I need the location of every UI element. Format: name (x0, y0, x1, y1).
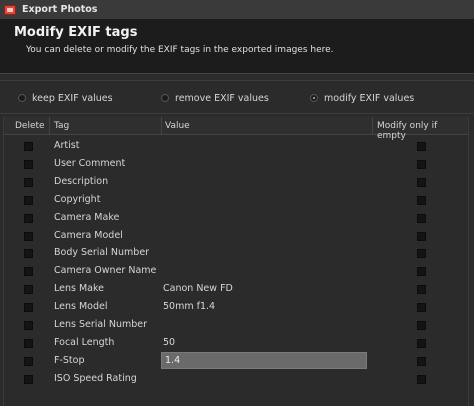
delete-checkbox[interactable] (24, 213, 33, 223)
radio-remove-indicator[interactable] (161, 94, 169, 102)
table-row[interactable]: Camera Make (4, 209, 468, 227)
column-header-delete[interactable]: Delete (15, 121, 45, 131)
delete-checkbox[interactable] (24, 142, 33, 151)
tag-value[interactable]: Canon New FD (163, 283, 233, 294)
page-subtitle: You can delete or modify the EXIF tags i… (26, 45, 334, 55)
radio-keep-indicator[interactable] (18, 94, 26, 102)
radio-keep-exif[interactable]: keep EXIF values (18, 91, 113, 105)
modify-only-if-empty-checkbox[interactable] (417, 321, 426, 330)
tag-name: F-Stop (54, 354, 85, 366)
delete-checkbox[interactable] (24, 159, 33, 169)
exif-table: Delete Tag Value Modify only if empty Ar… (3, 117, 469, 406)
tag-name: Lens Serial Number (54, 319, 148, 330)
tag-name: User Comment (54, 157, 126, 169)
modify-only-if-empty-checkbox[interactable] (417, 374, 426, 384)
delete-checkbox[interactable] (24, 338, 33, 348)
column-header-tag[interactable]: Tag (54, 121, 69, 131)
table-row[interactable]: F-Stop (4, 351, 468, 370)
dialog-header: Modify EXIF tags You can delete or modif… (0, 20, 474, 74)
modify-only-if-empty-checkbox[interactable] (417, 177, 426, 187)
tag-value[interactable]: 50mm f1.4 (163, 301, 215, 312)
tag-value[interactable]: 50 (163, 337, 175, 348)
tag-name: Camera Model (54, 229, 123, 241)
delete-checkbox[interactable] (24, 321, 33, 330)
table-row[interactable]: Focal Length 50 (4, 334, 468, 352)
exif-mode-options: keep EXIF values remove EXIF values modi… (0, 80, 474, 114)
table-row[interactable]: Body Serial Number (4, 244, 468, 262)
table-row[interactable]: Lens Make Canon New FD (4, 280, 468, 298)
radio-modify-indicator[interactable] (310, 94, 318, 102)
column-divider[interactable] (161, 117, 162, 135)
photo-app-icon (4, 4, 16, 15)
delete-checkbox[interactable] (24, 177, 33, 187)
column-header-value[interactable]: Value (165, 121, 190, 131)
table-row[interactable]: Description (4, 173, 468, 191)
table-row[interactable]: Artist (4, 137, 468, 155)
modify-only-if-empty-checkbox[interactable] (417, 285, 426, 295)
modify-only-if-empty-checkbox[interactable] (417, 159, 426, 169)
tag-name: Focal Length (54, 336, 115, 348)
tag-name: Artist (54, 140, 80, 151)
modify-only-if-empty-checkbox[interactable] (417, 356, 426, 366)
tag-name: Camera Make (54, 211, 120, 223)
table-header: Delete Tag Value Modify only if empty (4, 117, 468, 141)
modify-only-if-empty-checkbox[interactable] (417, 249, 426, 259)
tag-name: Copyright (54, 193, 101, 205)
tag-name: Description (54, 175, 109, 187)
modify-only-if-empty-checkbox[interactable] (417, 142, 426, 151)
table-row[interactable]: Lens Serial Number (4, 316, 468, 334)
delete-checkbox[interactable] (24, 267, 33, 277)
modify-only-if-empty-checkbox[interactable] (417, 213, 426, 223)
tag-name: Camera Owner Name (54, 265, 157, 277)
page-title: Modify EXIF tags (14, 25, 138, 40)
modify-only-if-empty-checkbox[interactable] (417, 303, 426, 313)
table-row[interactable]: Copyright (4, 191, 468, 209)
tag-name: Body Serial Number (54, 247, 150, 259)
radio-keep-label[interactable]: keep EXIF values (32, 93, 113, 104)
tag-name: ISO Speed Rating (54, 372, 137, 384)
delete-checkbox[interactable] (24, 249, 33, 259)
table-row[interactable]: Camera Owner Name (4, 262, 468, 280)
table-row[interactable]: User Comment (4, 155, 468, 173)
modify-only-if-empty-checkbox[interactable] (417, 231, 426, 241)
window-title: Export Photos (22, 4, 98, 15)
radio-modify-label[interactable]: modify EXIF values (324, 93, 414, 104)
table-row[interactable]: Camera Model (4, 227, 468, 245)
delete-checkbox[interactable] (24, 374, 33, 384)
radio-remove-label[interactable]: remove EXIF values (175, 93, 269, 104)
table-row[interactable]: Lens Model 50mm f1.4 (4, 298, 468, 316)
delete-checkbox[interactable] (24, 356, 33, 366)
window-titlebar: Export Photos (0, 0, 474, 20)
delete-checkbox[interactable] (24, 303, 33, 313)
radio-modify-exif[interactable]: modify EXIF values (310, 91, 414, 105)
column-divider[interactable] (372, 117, 373, 135)
table-row[interactable]: ISO Speed Rating (4, 370, 468, 388)
tag-name: Lens Model (54, 301, 108, 313)
column-divider[interactable] (49, 117, 50, 135)
delete-checkbox[interactable] (24, 285, 33, 295)
modify-only-if-empty-checkbox[interactable] (417, 267, 426, 277)
tag-name: Lens Make (54, 283, 104, 295)
radio-remove-exif[interactable]: remove EXIF values (161, 91, 269, 105)
delete-checkbox[interactable] (24, 195, 33, 205)
delete-checkbox[interactable] (24, 231, 33, 241)
value-input[interactable] (161, 351, 367, 369)
modify-only-if-empty-checkbox[interactable] (417, 338, 426, 348)
modify-only-if-empty-checkbox[interactable] (417, 195, 426, 205)
